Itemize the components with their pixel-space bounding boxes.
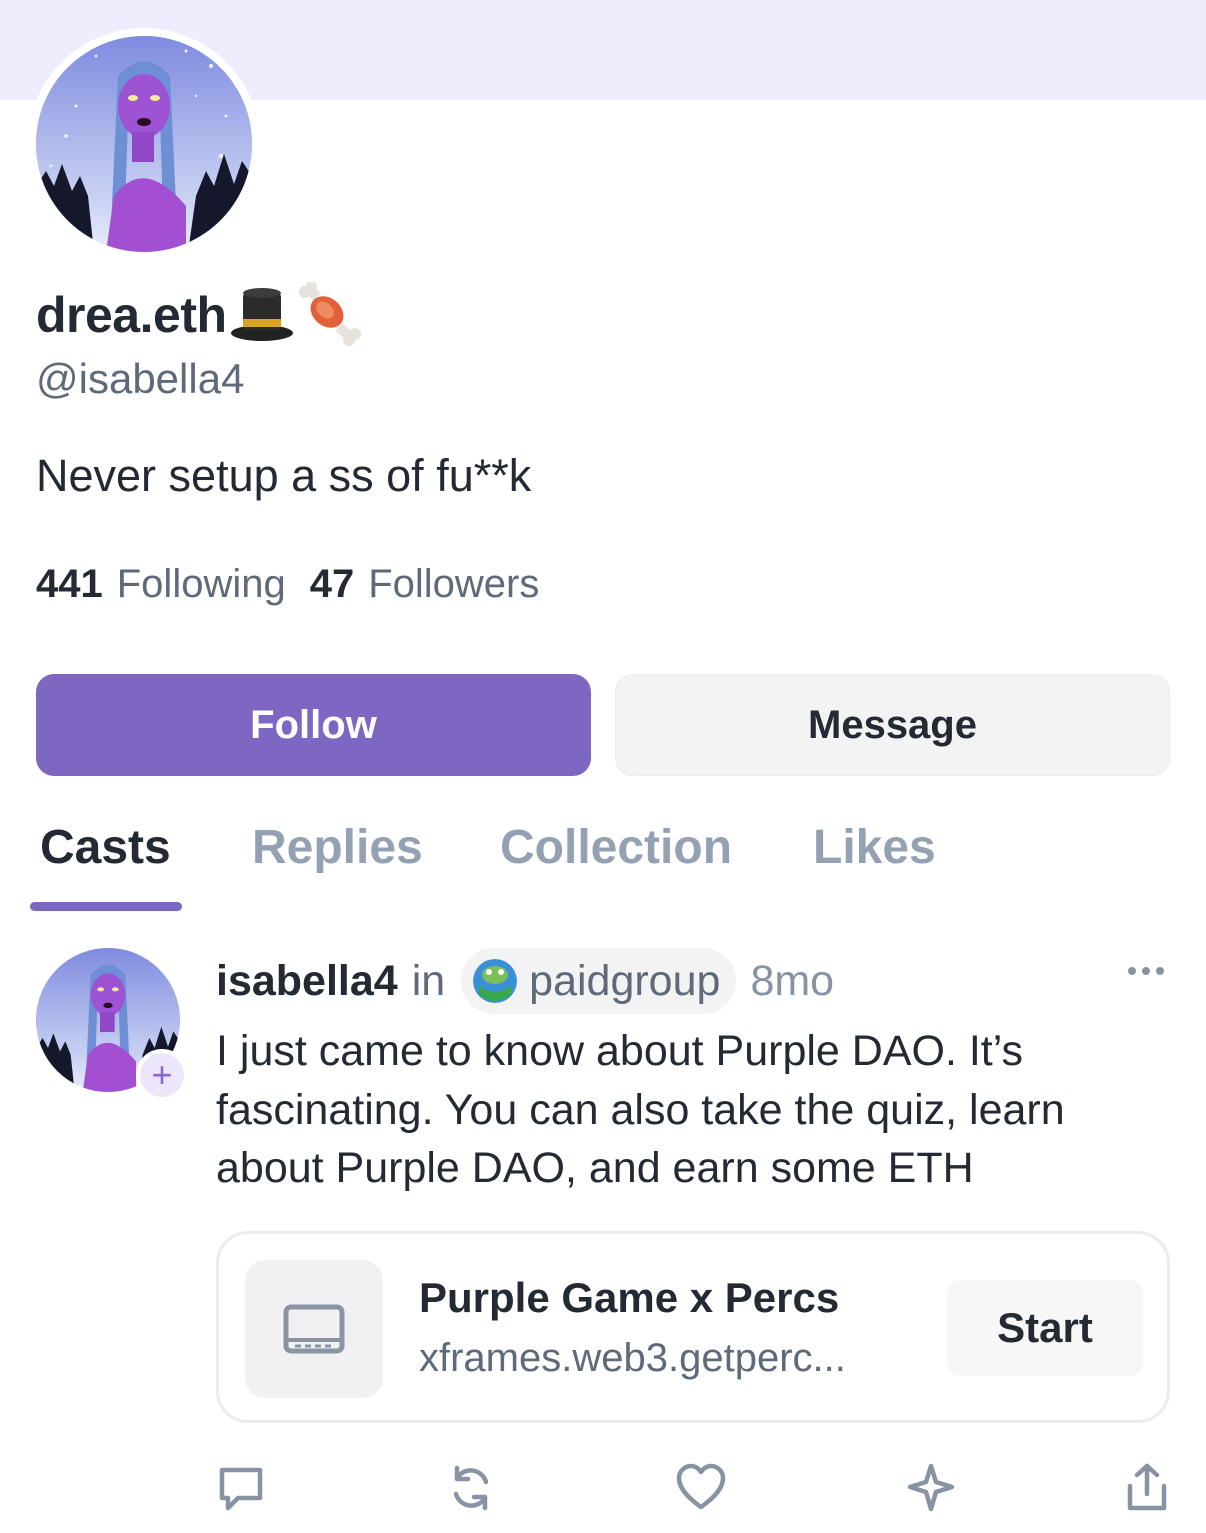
profile-bio: Never setup a ss of fu**k — [36, 450, 532, 501]
followers-count: 47 — [309, 562, 355, 606]
avatar-image — [36, 36, 252, 252]
follow-plus-icon[interactable]: + — [136, 1049, 188, 1101]
active-tab-indicator — [30, 902, 182, 911]
channel-name: paidgroup — [529, 956, 721, 1005]
frame-placeholder-icon — [283, 1304, 345, 1354]
bookmark-icon[interactable] — [906, 1462, 956, 1514]
user-handle: @isabella4 — [36, 355, 245, 402]
more-options-icon[interactable] — [1124, 960, 1168, 982]
frame-thumbnail — [245, 1260, 383, 1398]
recast-icon[interactable] — [446, 1462, 496, 1514]
channel-logo-icon — [473, 959, 518, 1003]
followers-label: Followers — [368, 562, 540, 606]
post-author[interactable]: isabella4 — [216, 957, 398, 1006]
post-in-label: in — [411, 956, 446, 1005]
share-icon[interactable] — [1122, 1462, 1172, 1514]
meat-on-bone-icon — [297, 282, 363, 348]
frame-start-button[interactable]: Start — [947, 1280, 1143, 1376]
frame-title: Purple Game x Percs — [419, 1274, 840, 1321]
post-body: I just came to know about Purple DAO. It… — [216, 1027, 1065, 1192]
like-icon[interactable] — [676, 1462, 726, 1514]
following-label: Following — [116, 562, 286, 606]
post-header: isabella4 in paidgroup 8mo — [216, 948, 834, 1014]
channel-chip[interactable]: paidgroup — [461, 948, 737, 1014]
frame-url[interactable]: xframes.web3.getperc... — [419, 1336, 919, 1381]
post-timestamp: 8mo — [750, 956, 835, 1005]
tab-casts[interactable]: Casts — [40, 820, 171, 875]
following-link[interactable]: 441 Following — [36, 562, 286, 607]
tab-collection[interactable]: Collection — [500, 820, 732, 875]
reply-icon[interactable] — [216, 1462, 266, 1514]
display-name-text: drea.eth — [36, 287, 227, 343]
profile-avatar[interactable] — [28, 28, 260, 260]
profile-tabs: Casts Replies Collection Likes — [0, 820, 1206, 912]
following-count: 441 — [36, 562, 103, 606]
followers-link[interactable]: 47 Followers — [310, 562, 540, 607]
follow-stats: 441 Following 47 Followers — [36, 562, 539, 607]
profile-page: drea.eth @isabella4 Never setup a ss of … — [0, 0, 1206, 1533]
tab-likes[interactable]: Likes — [813, 820, 936, 875]
message-button[interactable]: Message — [615, 674, 1170, 776]
post-actions — [0, 1462, 1206, 1518]
top-hat-icon — [229, 287, 295, 343]
frame-embed-card[interactable]: Purple Game x Percs xframes.web3.getperc… — [216, 1231, 1170, 1423]
follow-button[interactable]: Follow — [36, 674, 591, 776]
tab-replies[interactable]: Replies — [252, 820, 423, 875]
display-name: drea.eth — [36, 282, 363, 348]
